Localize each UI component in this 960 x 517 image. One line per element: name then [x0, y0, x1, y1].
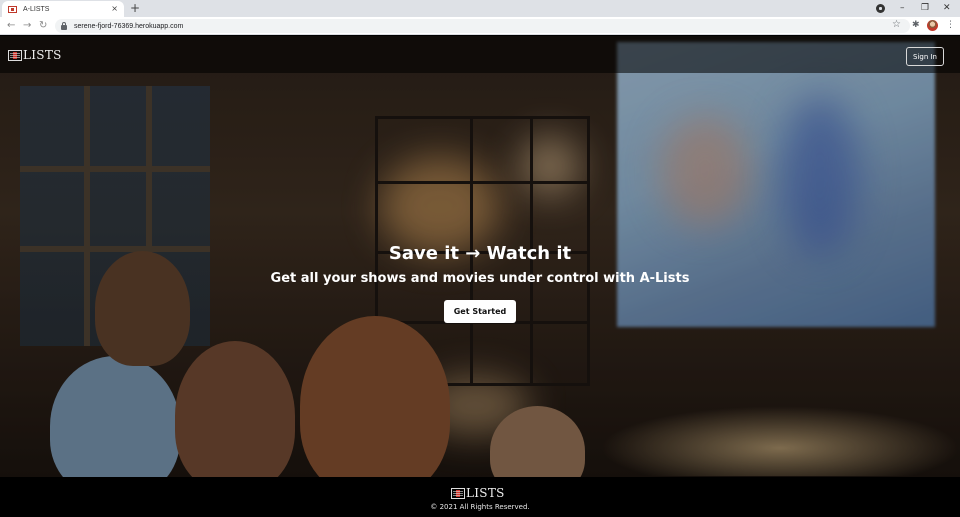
- film-logo-icon: [451, 487, 465, 499]
- url-input[interactable]: serene-fjord-76369.herokuapp.com: [55, 19, 910, 33]
- address-bar-row: ← → ↻ serene-fjord-76369.herokuapp.com ☆…: [0, 17, 960, 35]
- hero-headline: Save it → Watch it: [388, 243, 572, 264]
- minimize-button[interactable]: –: [900, 2, 905, 14]
- back-button[interactable]: ←: [7, 20, 15, 32]
- lock-icon: [61, 21, 67, 30]
- get-started-button[interactable]: Get Started: [444, 300, 516, 323]
- site-navbar: LISTS Sign In: [0, 36, 960, 73]
- forward-button[interactable]: →: [23, 20, 31, 32]
- tab-close-icon[interactable]: ×: [111, 5, 118, 13]
- copyright-text: © 2021 All Rights Reserved.: [430, 503, 530, 511]
- bookmark-star-icon[interactable]: ☆: [892, 19, 901, 31]
- footer-logo-text: LISTS: [466, 486, 505, 500]
- hero-subheadline: Get all your shows and movies under cont…: [270, 271, 690, 286]
- tab-title: A-LISTS: [23, 5, 50, 13]
- site-favicon-icon: [8, 5, 17, 13]
- url-text: serene-fjord-76369.herokuapp.com: [74, 22, 184, 30]
- new-tab-button[interactable]: +: [130, 1, 140, 15]
- media-indicator-icon[interactable]: [876, 4, 885, 13]
- reload-button[interactable]: ↻: [39, 20, 47, 32]
- site-logo[interactable]: LISTS: [8, 48, 62, 62]
- close-window-button[interactable]: ✕: [943, 2, 951, 14]
- browser-tab[interactable]: A-LISTS ×: [2, 1, 124, 17]
- logo-text: LISTS: [23, 48, 62, 62]
- sign-in-button[interactable]: Sign In: [906, 47, 944, 66]
- profile-avatar[interactable]: [927, 20, 938, 31]
- browser-tab-strip: A-LISTS × + – ❐ ✕: [0, 0, 960, 17]
- site-footer: LISTS © 2021 All Rights Reserved.: [0, 477, 960, 517]
- browser-menu-icon[interactable]: ⋮: [946, 19, 955, 31]
- film-logo-icon: [8, 49, 22, 61]
- footer-logo[interactable]: LISTS: [451, 486, 505, 500]
- restore-button[interactable]: ❐: [921, 2, 929, 14]
- extensions-icon[interactable]: ✱: [912, 19, 920, 31]
- web-page: LISTS Sign In Save it → Watch it Get all…: [0, 36, 960, 517]
